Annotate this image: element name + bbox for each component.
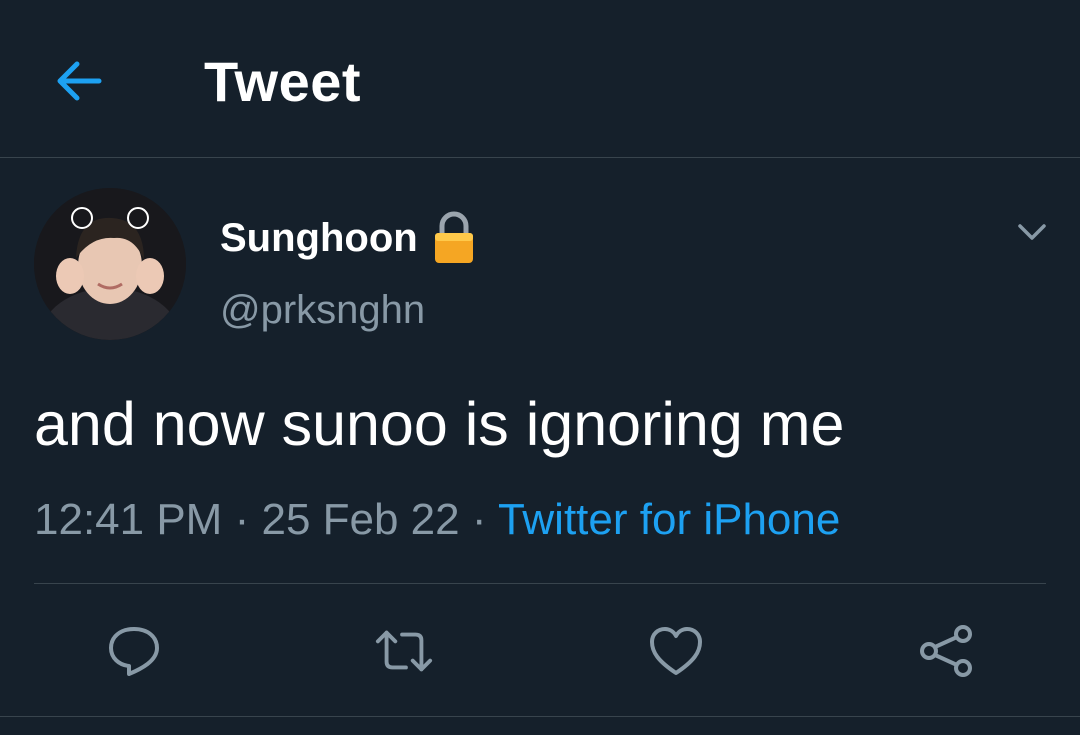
share-icon bbox=[920, 625, 972, 677]
arrow-left-icon bbox=[57, 61, 102, 101]
reply-button[interactable] bbox=[104, 622, 164, 680]
divider bbox=[34, 583, 1046, 584]
share-button[interactable] bbox=[916, 622, 976, 680]
retweet-icon bbox=[375, 630, 433, 672]
tweet-time: 12:41 PM bbox=[34, 495, 223, 544]
like-button[interactable] bbox=[646, 622, 706, 680]
tweet-date: 25 Feb 22 bbox=[261, 495, 460, 544]
avatar-image bbox=[34, 188, 186, 340]
divider bbox=[0, 716, 1080, 717]
lock-icon bbox=[434, 211, 473, 263]
more-options-button[interactable] bbox=[1012, 212, 1052, 252]
author-name-row[interactable]: Sunghoon bbox=[220, 210, 476, 266]
tweet-source-link[interactable]: Twitter for iPhone bbox=[498, 495, 840, 544]
top-bar: Tweet bbox=[0, 0, 1080, 158]
heart-icon bbox=[650, 627, 702, 675]
tweet-text: and now sunoo is ignoring me bbox=[34, 390, 845, 458]
separator: · bbox=[234, 495, 250, 544]
page-title: Tweet bbox=[204, 50, 362, 113]
tweet-meta: 12:41 PM · 25 Feb 22 · Twitter for iPhon… bbox=[34, 493, 840, 547]
separator: · bbox=[471, 495, 487, 544]
back-button[interactable] bbox=[50, 53, 106, 109]
chevron-down-icon bbox=[1018, 224, 1046, 240]
retweet-button[interactable] bbox=[374, 622, 434, 680]
author-handle[interactable]: @prksnghn bbox=[220, 286, 425, 334]
reply-icon bbox=[109, 627, 159, 676]
author-display-name[interactable]: Sunghoon bbox=[220, 213, 418, 263]
avatar[interactable] bbox=[34, 188, 186, 340]
